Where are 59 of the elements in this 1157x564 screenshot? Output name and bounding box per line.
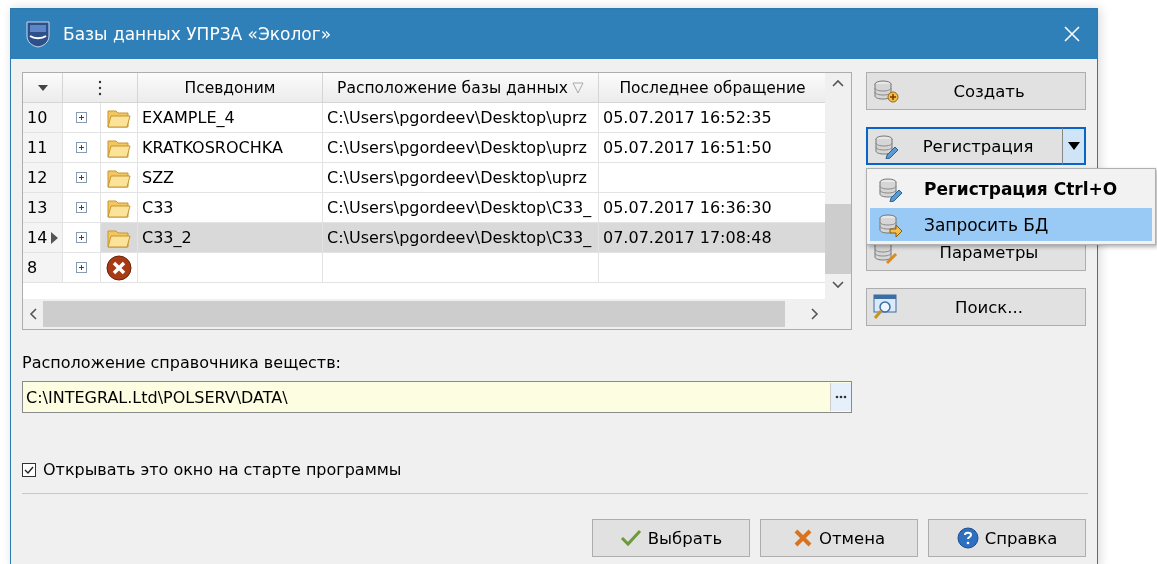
app-logo-icon	[25, 20, 51, 48]
table-cell: 07.07.2017 17:08:48	[599, 223, 825, 253]
column-chooser-icon	[98, 78, 102, 97]
checkbox-checked-icon[interactable]	[22, 462, 36, 477]
column-header[interactable]: Псевдоним	[138, 73, 323, 103]
table-cell: C:\Users\pgordeev\Desktop\uprz	[323, 133, 599, 163]
side-button[interactable]: Поиск...	[866, 288, 1086, 326]
table-cell: C:\Users\pgordeev\Desktop\C33_	[323, 223, 599, 253]
table-cell: EXAMPLE_4	[138, 103, 323, 133]
expand-icon[interactable]	[76, 262, 87, 273]
column-header[interactable]: Последнее обращение	[599, 73, 825, 103]
close-icon	[1064, 26, 1080, 42]
checkmark-icon	[619, 529, 642, 547]
scroll-right-icon[interactable]	[811, 308, 819, 320]
menu-item[interactable]: Запросить БД	[870, 208, 1152, 241]
expand-icon[interactable]	[76, 142, 87, 153]
dropdown-button[interactable]	[1062, 127, 1086, 165]
row-number: 10	[23, 103, 63, 133]
window-title: Базы данных УПРЗА «Эколог»	[63, 24, 333, 44]
menu-item[interactable]: Регистрация Ctrl+O	[870, 172, 1152, 205]
database-pen-icon	[878, 175, 904, 202]
dialog-button[interactable]: Справка	[928, 519, 1086, 557]
column-header[interactable]: Расположение базы данных	[323, 73, 599, 103]
database-pen-icon	[874, 133, 900, 159]
dialog-button[interactable]: Выбрать	[592, 519, 750, 557]
database-add-icon	[873, 78, 899, 104]
expand-icon[interactable]	[76, 232, 87, 243]
expand-icon[interactable]	[76, 172, 87, 183]
caret-icon	[1067, 142, 1080, 150]
expand-icon[interactable]	[76, 112, 87, 123]
scrollbar-thumb[interactable]	[825, 204, 851, 274]
dialog-button[interactable]: Отмена	[760, 519, 918, 557]
row-number: 8	[23, 253, 63, 283]
path-field[interactable]: C:\INTEGRAL.Ltd\POLSERV\DATA\	[22, 381, 852, 413]
expand-icon[interactable]	[76, 202, 87, 213]
scrollbar-thumb[interactable]	[43, 301, 785, 327]
scroll-up-icon[interactable]	[832, 79, 844, 87]
table-cell: C:\Users\pgordeev\Desktop\uprz	[323, 103, 599, 133]
more-icon	[835, 395, 847, 399]
row-number: 14	[23, 223, 63, 253]
help-icon	[956, 527, 979, 549]
column-header[interactable]	[23, 73, 63, 103]
checkbox-label[interactable]: Открывать это окно на старте программы	[43, 460, 402, 479]
field-label: Расположение справочника веществ:	[22, 353, 342, 372]
table-cell: SZZ	[138, 163, 323, 193]
row-number: 13	[23, 193, 63, 223]
side-button[interactable]: Регистрация	[866, 127, 1062, 165]
sort-caret-icon	[36, 83, 49, 92]
cross-icon	[792, 528, 813, 548]
row-number: 12	[23, 163, 63, 193]
scroll-left-icon[interactable]	[29, 308, 37, 320]
search-icon	[873, 294, 899, 320]
row-number: 11	[23, 133, 63, 163]
table-cell: C:\Users\pgordeev\Desktop\uprz	[323, 163, 599, 193]
side-button[interactable]: Создать	[866, 72, 1086, 110]
table-cell: C33_2	[138, 223, 323, 253]
scroll-down-icon[interactable]	[832, 281, 844, 289]
database-arrow-icon	[878, 211, 904, 238]
table-cell: KRATKOSROCHKA	[138, 133, 323, 163]
